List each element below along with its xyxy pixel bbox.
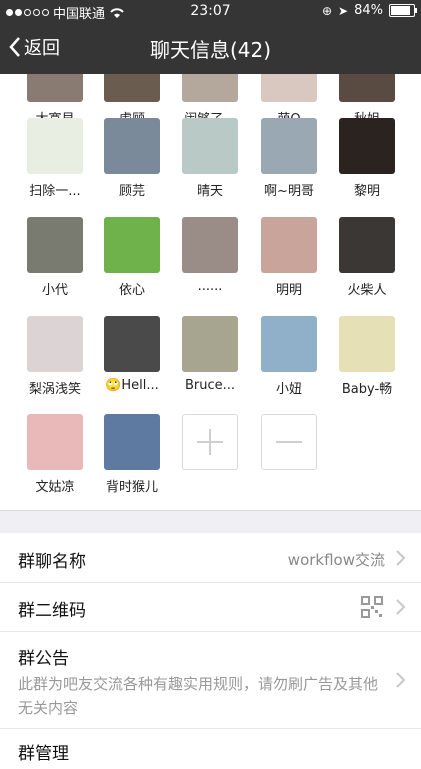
avatar — [339, 217, 395, 273]
member-name: Bruce... — [184, 378, 236, 393]
member-item[interactable]: 小妞 — [249, 316, 329, 397]
member-name: 火柴人 — [347, 283, 387, 298]
member-name: 小代 — [41, 283, 68, 298]
group-notice-text: 此群为吧友交流各种有趣实用规则，请勿刷广告及其他无关内容 — [18, 675, 379, 717]
member-item[interactable]: ...... — [170, 217, 250, 294]
member-name: 🙄Hell... — [105, 378, 159, 393]
battery-percent: 84% — [354, 3, 383, 18]
avatar — [261, 316, 317, 372]
avatar — [104, 217, 160, 273]
member-name: 明明 — [275, 283, 302, 298]
avatar — [27, 74, 83, 102]
page-title: 聊天信息(42) — [149, 38, 272, 62]
avatar — [339, 74, 395, 102]
avatar — [182, 316, 238, 372]
chevron-right-icon — [396, 550, 405, 566]
group-notice-label: 群公告 — [18, 649, 69, 669]
group-name-row[interactable]: 群聊名称 workflow交流 — [0, 533, 421, 583]
member-item[interactable]: 小代 — [15, 217, 95, 298]
group-manage-label: 群管理 — [18, 744, 69, 764]
avatar — [261, 74, 317, 102]
member-item[interactable]: 明明 — [249, 217, 329, 298]
minus-icon — [261, 414, 317, 470]
group-qr-label: 群二维码 — [18, 601, 86, 621]
member-grid: 大寞貝虐顾闹够了...萌Q秋姐扫除一...顾芫晴天啊~明哥黎明小代依心.....… — [0, 74, 421, 510]
member-name: ...... — [197, 279, 223, 294]
avatar — [27, 414, 83, 470]
avatar — [261, 118, 317, 174]
avatar — [104, 118, 160, 174]
avatar — [27, 316, 83, 372]
status-bar: 中国联通 23:07 ⊕ ➤ 84% — [0, 0, 421, 22]
avatar — [182, 118, 238, 174]
member-item[interactable]: 啊~明哥 — [249, 118, 329, 199]
avatar — [104, 414, 160, 470]
rotation-lock-icon: ⊕ — [321, 3, 333, 18]
chevron-right-icon — [396, 599, 405, 615]
member-item[interactable]: 梨涡浅笑 — [15, 316, 95, 397]
member-item[interactable]: Baby-畅 — [327, 316, 407, 397]
member-name: Baby-畅 — [341, 382, 393, 397]
member-item[interactable]: 依心 — [92, 217, 172, 298]
battery-icon — [389, 4, 417, 17]
member-name: 梨涡浅笑 — [28, 382, 81, 397]
member-name: 背时猴儿 — [105, 480, 158, 495]
member-name: 依心 — [118, 283, 145, 298]
member-item[interactable]: 黎明 — [327, 118, 407, 199]
avatar — [27, 118, 83, 174]
status-right: ⊕ ➤ 84% — [321, 3, 417, 18]
group-notice-row[interactable]: 群公告 此群为吧友交流各种有趣实用规则，请勿刷广告及其他无关内容 — [0, 632, 421, 729]
add-member-button[interactable] — [170, 414, 250, 470]
member-name: 顾芫 — [118, 184, 145, 199]
remove-member-button[interactable] — [249, 414, 329, 470]
member-item[interactable]: 顾芫 — [92, 118, 172, 199]
member-item[interactable]: 背时猴儿 — [92, 414, 172, 495]
member-name: 啊~明哥 — [264, 184, 314, 199]
member-item[interactable]: 火柴人 — [327, 217, 407, 298]
avatar — [339, 118, 395, 174]
avatar — [104, 316, 160, 372]
avatar — [182, 217, 238, 273]
group-name-label: 群聊名称 — [18, 552, 86, 572]
member-name: 黎明 — [353, 184, 380, 199]
avatar — [182, 74, 238, 102]
plus-icon — [182, 414, 238, 470]
member-name: 晴天 — [196, 184, 223, 199]
avatar — [261, 217, 317, 273]
member-item[interactable]: 文姑凉 — [15, 414, 95, 495]
avatar — [104, 74, 160, 102]
qr-code-icon — [361, 596, 383, 618]
member-item[interactable]: 扫除一... — [15, 118, 95, 199]
location-icon: ➤ — [338, 3, 349, 18]
member-name: 扫除一... — [29, 184, 81, 199]
member-item[interactable]: Bruce... — [170, 316, 250, 393]
avatar — [339, 316, 395, 372]
chevron-right-icon — [396, 672, 405, 688]
section-separator — [0, 510, 421, 533]
member-name: 文姑凉 — [35, 480, 75, 495]
member-item[interactable]: 晴天 — [170, 118, 250, 199]
group-name-value: workflow交流 — [287, 551, 385, 569]
member-name: 小妞 — [275, 382, 302, 397]
group-manage-row[interactable]: 群管理 — [0, 729, 421, 769]
group-qr-row[interactable]: 群二维码 — [0, 583, 421, 632]
nav-bar: 返回 聊天信息(42) — [0, 22, 421, 74]
member-item[interactable]: 🙄Hell... — [92, 316, 172, 393]
avatar — [27, 217, 83, 273]
